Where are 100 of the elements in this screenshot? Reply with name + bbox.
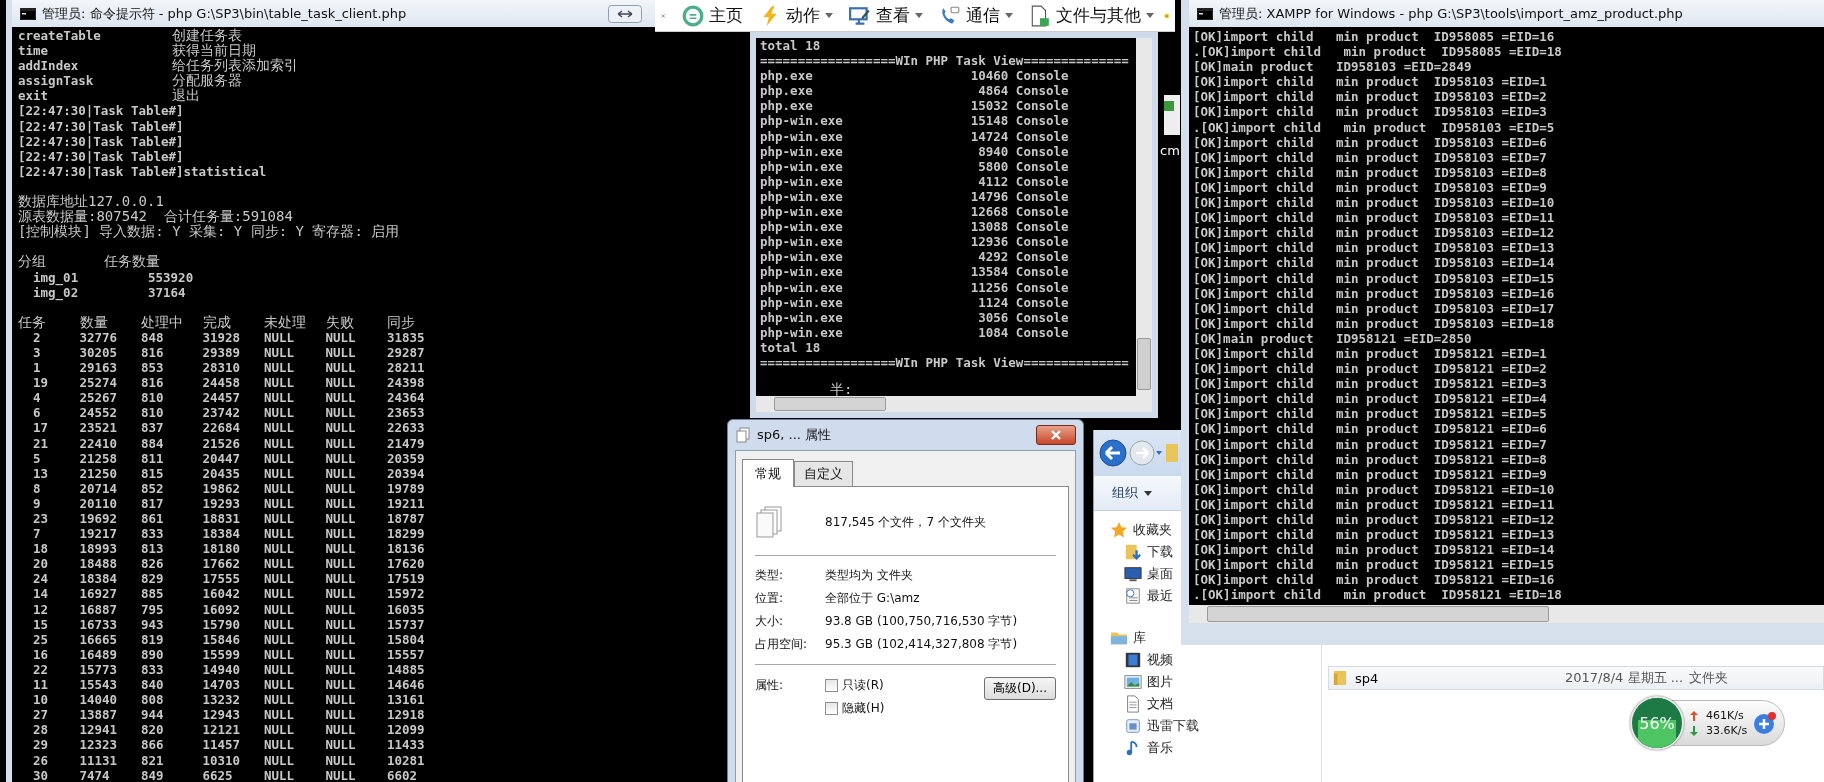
table-cell-text: 21250 xyxy=(79,465,119,481)
process-name: php-win.exe xyxy=(760,113,844,129)
sidebar-item[interactable]: 图片 xyxy=(1110,671,1173,693)
session-name: Console xyxy=(1015,113,1070,129)
resize-arrows-icon[interactable] xyxy=(608,4,642,23)
table-cell-text: NULL xyxy=(325,752,357,768)
table-cell-text: 15790 xyxy=(202,616,242,632)
process-name: php-win.exe xyxy=(760,324,844,340)
prompt-line: [22:47:30|Task Table#] xyxy=(18,118,185,134)
session-name: Console xyxy=(1015,309,1070,325)
advanced-button[interactable]: 高级(D)... xyxy=(983,677,1056,700)
sidebar-item[interactable]: 桌面 xyxy=(1110,563,1173,585)
session-name: Console xyxy=(1015,68,1070,84)
table-cell-text: NULL xyxy=(264,541,296,557)
log-line: [OK]import child min product ID958103 =EID=14 xyxy=(1193,255,1556,271)
log-line: [OK]import child min product ID958121 =EID=14 xyxy=(1193,542,1556,558)
tab[interactable]: 自定义 xyxy=(794,461,853,486)
info-line: [控制模块] 导入数据: Y 采集: Y 同步: Y 寄存器: 启用 xyxy=(18,224,401,240)
back-forward-icon[interactable] xyxy=(1098,438,1162,468)
session-name: Console xyxy=(1015,173,1070,189)
table-cell-text: NULL xyxy=(264,435,296,451)
table-cell-text: NULL xyxy=(264,465,296,481)
sidebar-item[interactable]: 视频 xyxy=(1110,649,1173,671)
table-cell-text: 29163 xyxy=(79,360,119,376)
log-line: [OK]import child min product ID958121 =EID=7 xyxy=(1193,436,1548,452)
table-cell-text: NULL xyxy=(325,631,357,647)
vertical-scrollbar[interactable] xyxy=(1136,38,1152,396)
table-cell-text: 12941 xyxy=(79,722,119,738)
log-line: [OK]import child min product ID958103 =EID=9 xyxy=(1193,179,1548,196)
process-id: 15148 xyxy=(969,113,1010,129)
table-cell-text: 15599 xyxy=(202,646,242,662)
process-id: 13584 xyxy=(969,264,1010,280)
film-icon xyxy=(1124,651,1142,669)
sidebar-item[interactable]: 库 xyxy=(1110,627,1146,649)
file-row[interactable]: sp4 2017/8/4 星期五 ... 文件夹 xyxy=(1328,666,1824,690)
tab[interactable]: 常规 xyxy=(742,459,794,487)
table-cell-text: 18831 xyxy=(202,511,242,527)
toolbar-menu-button[interactable]: 文件与其他 xyxy=(1022,4,1160,27)
table-cell-text: 553920 xyxy=(147,269,195,285)
table-cell-text: 20714 xyxy=(79,480,119,496)
session-name: Console xyxy=(1015,204,1070,220)
table-cell-text: 37164 xyxy=(147,284,187,300)
column-header: 完成 xyxy=(202,314,232,330)
table-cell-text: 7 xyxy=(32,526,42,542)
table-cell-text: 25274 xyxy=(79,375,119,391)
toolbar-menu-button[interactable]: 主页 xyxy=(675,4,749,27)
command-name: createTable xyxy=(18,28,102,44)
table-cell-text: 23653 xyxy=(387,405,426,421)
table-cell-text: NULL xyxy=(264,495,296,511)
sidebar-item[interactable]: 音乐 xyxy=(1110,737,1173,759)
console-line: ==================WIn PHP Task View============== xyxy=(760,53,1130,69)
window-title: 管理员: 命令提示符 - php G:\SP3\bin\table_task_client.php xyxy=(42,4,407,23)
sidebar-item[interactable]: 迅雷下载 xyxy=(1110,715,1199,737)
table-cell-text: NULL xyxy=(325,737,357,753)
table-cell-text: 11457 xyxy=(202,737,242,753)
table-cell-text: 21 xyxy=(32,435,50,451)
log-line: [OK]import child min product ID958121 =EID=13 xyxy=(1193,527,1556,543)
desktop-icon-label[interactable]: cm xyxy=(1160,143,1180,158)
table-cell-text: 11131 xyxy=(79,752,119,768)
table-cell-text: 813 xyxy=(141,541,165,557)
session-name: Console xyxy=(1015,98,1070,114)
toolbar-menu-button[interactable]: 通信 xyxy=(932,4,1019,27)
close-button[interactable] xyxy=(1036,425,1076,445)
organize-menu-button[interactable]: 组织 xyxy=(1108,482,1156,504)
files-icon xyxy=(735,427,751,443)
process-name: php-win.exe xyxy=(760,188,844,205)
command-name: exit xyxy=(18,88,50,104)
process-id: 8940 xyxy=(977,143,1010,159)
toolbar-menu-button[interactable]: 动作 xyxy=(752,4,839,27)
toolbar-menu-button[interactable]: 查看 xyxy=(842,4,929,27)
horizontal-scrollbar[interactable] xyxy=(1189,605,1824,623)
table-cell-text: 16092 xyxy=(202,601,242,617)
sidebar-item[interactable]: 最近 xyxy=(1110,585,1173,607)
prompt-line: [22:47:30|Task Table#]statistical xyxy=(18,163,268,179)
table-cell-text: 18 xyxy=(32,541,50,557)
session-name: Console xyxy=(1015,83,1070,99)
table-cell-text: 6602 xyxy=(387,767,419,782)
horizontal-scrollbar[interactable] xyxy=(756,396,1152,412)
session-name: Console xyxy=(1015,294,1070,310)
field-label: 类型: xyxy=(755,567,785,584)
plus-icon[interactable] xyxy=(1753,711,1778,735)
sidebar-item[interactable]: 收藏夹 xyxy=(1110,519,1172,541)
table-cell-text: 15804 xyxy=(387,631,426,647)
sidebar-item[interactable]: 文档 xyxy=(1110,693,1173,715)
table-cell-text: 4 xyxy=(32,390,42,406)
process-name: php-win.exe xyxy=(760,158,844,174)
sidebar-item[interactable]: 下载 xyxy=(1110,541,1173,563)
process-name: php-win.exe xyxy=(760,234,844,250)
process-name: php-win.exe xyxy=(760,204,844,220)
ring-icon xyxy=(681,4,704,27)
table-cell-text: 18993 xyxy=(79,541,119,557)
table-cell-text: NULL xyxy=(325,480,357,496)
process-name: php-win.exe xyxy=(760,249,844,265)
table-cell-text: NULL xyxy=(264,722,296,738)
table-cell-text: NULL xyxy=(325,420,357,436)
checkbox[interactable]: 只读(R) xyxy=(825,677,935,694)
table-cell-text: 12918 xyxy=(387,707,426,723)
download-folder-icon xyxy=(1124,543,1142,561)
process-id: 12936 xyxy=(969,234,1010,250)
checkbox[interactable]: 隐藏(H) xyxy=(825,700,935,717)
